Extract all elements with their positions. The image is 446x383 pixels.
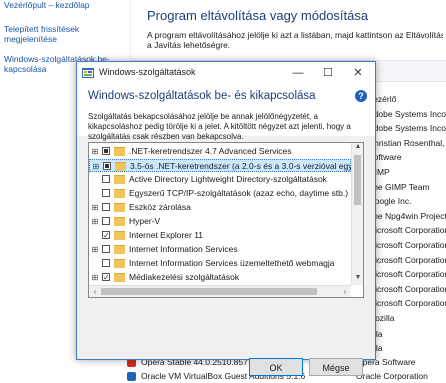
folder-icon	[115, 162, 126, 171]
page-title: Program eltávolítása vagy módosítása	[147, 8, 369, 23]
folder-icon	[114, 203, 125, 212]
expand-icon[interactable]: ⊞	[91, 201, 99, 214]
feature-label: 3.5-ös .NET-keretrendszer (a 2.0-s és a …	[130, 161, 364, 171]
feature-checkbox[interactable]	[102, 203, 110, 211]
folder-icon	[114, 189, 125, 198]
folder-icon	[114, 259, 125, 268]
feature-item[interactable]: ⊞ .NET-keretrendszer 4.7 Advanced Service…	[89, 145, 351, 158]
feature-label: Médiakezelési szolgáltatások	[129, 272, 240, 282]
sidebar-link-installed-updates-2[interactable]: megjelenítése	[0, 34, 57, 44]
vertical-scroll-thumb[interactable]	[354, 155, 361, 205]
feature-checkbox[interactable]	[102, 229, 110, 242]
folder-icon	[114, 245, 125, 254]
windows-features-dialog: Windows-szolgáltatások — ☐ ✕ Windows-szo…	[76, 61, 376, 376]
expand-icon[interactable]: ⊞	[91, 215, 99, 228]
scroll-right-icon[interactable]: ›	[339, 286, 351, 297]
publisher-cell: Mozilla	[368, 313, 395, 323]
feature-item[interactable]: ⊞ Eszköz zárolása	[89, 201, 351, 214]
feature-checkbox[interactable]	[102, 245, 110, 253]
publisher-cell: Microsoft Corporation	[368, 240, 446, 250]
feature-checkbox[interactable]	[102, 217, 110, 225]
feature-item[interactable]: ⊞ Hyper-V	[89, 215, 351, 228]
folder-icon	[114, 231, 125, 240]
publisher-cell: Christian Rosenthal, Germa	[368, 137, 446, 148]
cancel-button[interactable]: Mégse	[309, 358, 363, 376]
feature-item[interactable]: ⊞ Médiakezelési szolgáltatások	[89, 271, 351, 284]
maximize-button[interactable]: ☐	[313, 62, 343, 84]
page-description-line2: a Javítás lehetőségre.	[147, 40, 231, 50]
feature-checkbox[interactable]	[102, 175, 110, 183]
ok-button[interactable]: OK	[249, 358, 303, 376]
folder-icon	[114, 273, 125, 282]
scroll-up-icon[interactable]: ▲	[352, 143, 363, 150]
feature-label: Internet Information Services	[129, 244, 238, 254]
sidebar-link-home[interactable]: Vezérlőpult – kezdőlap	[0, 0, 90, 10]
feature-item[interactable]: Internet Information Services üzemelteth…	[89, 257, 351, 270]
sidebar-link-windows-features-2[interactable]: kapcsolása	[0, 64, 47, 74]
feature-label: Eszköz zárolása	[129, 202, 191, 212]
feature-label: Hyper-V	[129, 216, 161, 226]
feature-label: Internet Information Services üzemelteth…	[129, 258, 335, 268]
dialog-title: Windows-szolgáltatások	[99, 67, 196, 77]
publisher-cell: Adobe Systems Incorpo	[368, 108, 446, 119]
feature-label: .NET-keretrendszer 4.7 Advanced Services	[129, 146, 292, 156]
feature-checkbox[interactable]	[102, 147, 110, 155]
feature-checkbox[interactable]	[103, 162, 111, 170]
publisher-cell: The Npg4win Project	[368, 210, 446, 221]
program-icon	[127, 372, 136, 381]
feature-item[interactable]: ⊞ Internet Information Services	[89, 243, 351, 256]
folder-icon	[114, 175, 125, 184]
expand-icon[interactable]: ⊞	[91, 243, 99, 256]
publisher-cell: Vezérlő	[368, 94, 397, 104]
page-description: A program eltávolításához jelölje ki azt…	[147, 30, 443, 50]
publisher-cell: Microsoft Corporation	[368, 298, 446, 309]
feature-item[interactable]: Internet Explorer 11	[89, 229, 351, 242]
expand-icon[interactable]: ⊞	[91, 145, 99, 158]
windows-features-icon	[82, 68, 94, 78]
dialog-titlebar[interactable]: Windows-szolgáltatások — ☐ ✕	[77, 62, 375, 84]
features-tree[interactable]: ⊞ .NET-keretrendszer 4.7 Advanced Service…	[88, 142, 364, 298]
scroll-down-icon[interactable]: ▼	[352, 274, 363, 281]
feature-label: Internet Explorer 11	[129, 230, 204, 240]
feature-checkbox[interactable]	[102, 271, 110, 284]
expand-icon[interactable]: ⊞	[92, 160, 100, 173]
close-button[interactable]: ✕	[343, 62, 373, 84]
dialog-description: Szolgáltatás bekapcsolásához jelölje be …	[88, 112, 351, 141]
feature-item[interactable]: Egyszerű TCP/IP-szolgáltatások (azaz ech…	[89, 187, 351, 200]
publisher-cell: Microsoft Corporation	[368, 283, 446, 294]
program-publisher: Oracle Corporation	[356, 371, 428, 381]
publisher-cell: Google Inc.	[368, 196, 412, 207]
publisher-cell: GIMP	[368, 167, 390, 177]
folder-icon	[114, 217, 125, 226]
publisher-cell: Microsoft Corporation	[368, 225, 446, 236]
feature-item[interactable]: Active Directory Lightweight Directory-s…	[89, 173, 351, 186]
dialog-header: Windows-szolgáltatások be- és kikapcsolá…	[77, 84, 375, 141]
feature-item[interactable]: ⊞ 3.5-ös .NET-keretrendszer (a 2.0-s és a…	[89, 159, 363, 173]
horizontal-scrollbar[interactable]: ‹ ›	[89, 285, 351, 297]
feature-checkbox[interactable]	[102, 189, 110, 197]
vertical-scrollbar[interactable]: ▲ ▼	[351, 143, 363, 285]
publisher-cell: The GIMP Team	[368, 181, 430, 192]
sidebar-link-installed-updates[interactable]: Telepített frissítések	[0, 24, 79, 34]
folder-icon	[114, 147, 125, 156]
publisher-cell: Software	[368, 152, 402, 163]
horizontal-scroll-thumb[interactable]	[101, 288, 317, 295]
feature-label: Active Directory Lightweight Directory-s…	[129, 174, 327, 184]
help-icon[interactable]: ?	[355, 90, 367, 102]
dialog-heading: Windows-szolgáltatások be- és kikapcsolá…	[88, 90, 316, 102]
scroll-left-icon[interactable]: ‹	[89, 286, 101, 297]
expand-icon[interactable]: ⊞	[91, 271, 99, 284]
publisher-cell: Microsoft Corporation	[368, 254, 446, 265]
publisher-cell: Microsoft Corporation	[368, 269, 446, 280]
publisher-cell: Adobe Systems Incorpo	[368, 123, 446, 134]
minimize-button[interactable]: —	[283, 62, 313, 84]
feature-label: Egyszerű TCP/IP-szolgáltatások (azaz ech…	[129, 188, 349, 198]
feature-checkbox[interactable]	[102, 259, 110, 267]
page-description-line1: A program eltávolításához jelölje ki azt…	[147, 30, 443, 40]
